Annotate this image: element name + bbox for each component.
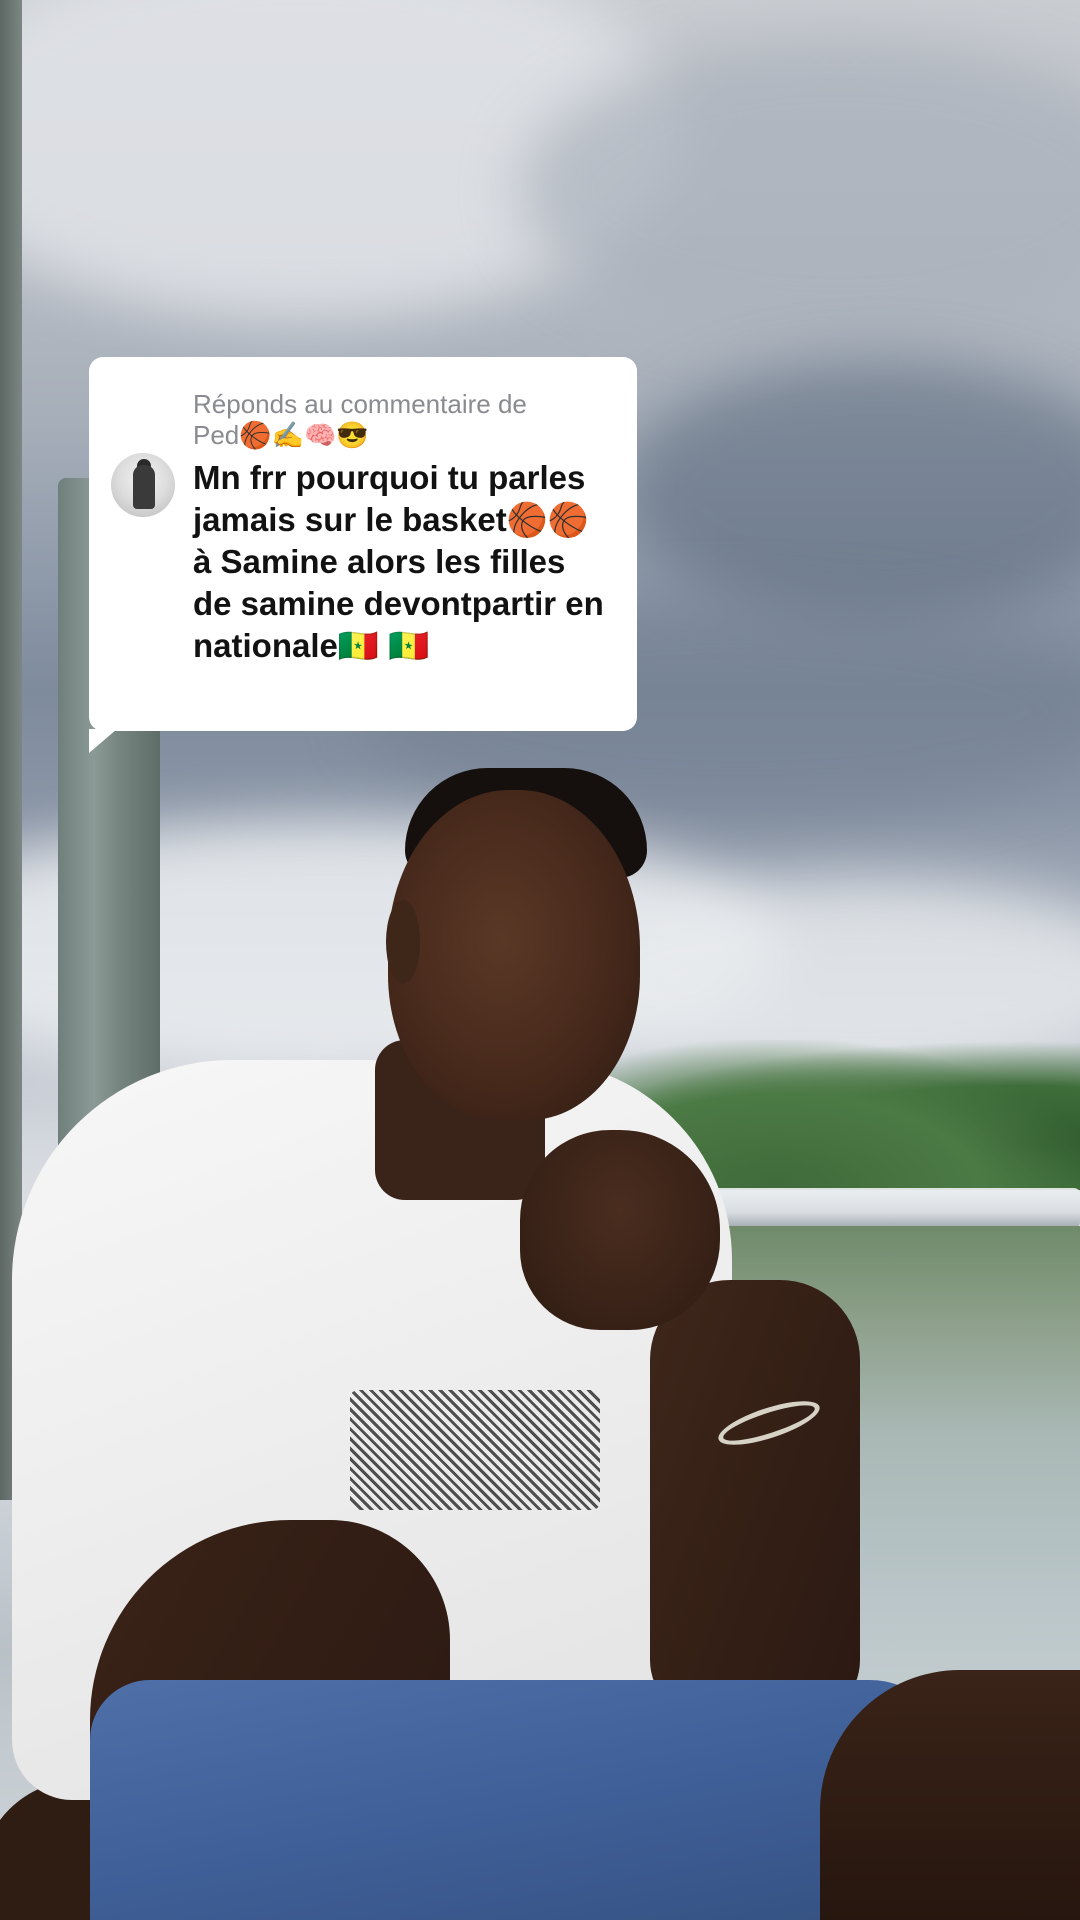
video-frame[interactable]: Réponds au commentaire de Ped🏀✍️🧠😎 Mn fr… <box>0 0 1080 1920</box>
moored-boats <box>700 1188 1080 1228</box>
reply-comment-sticker[interactable]: Réponds au commentaire de Ped🏀✍️🧠😎 Mn fr… <box>89 357 637 753</box>
sky-cloud <box>620 360 1080 620</box>
commenter-avatar[interactable] <box>111 453 175 517</box>
avatar-figure-body <box>133 465 155 509</box>
person-head <box>388 790 640 1120</box>
comment-text: Mn frr pourquoi tu parles jamais sur le … <box>193 459 604 664</box>
commenter-username[interactable]: Ped🏀✍️🧠😎 <box>193 420 613 451</box>
shirt-print <box>350 1390 600 1510</box>
person-ear <box>386 900 420 984</box>
person-hand <box>520 1130 720 1330</box>
bubble-tail <box>89 729 117 753</box>
reply-header: Réponds au commentaire de <box>193 389 527 419</box>
person-arm-right <box>650 1280 860 1720</box>
